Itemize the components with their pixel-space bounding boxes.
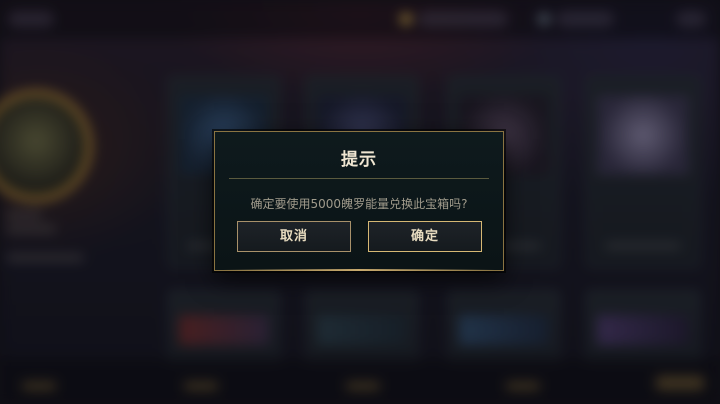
dialog-divider — [229, 178, 489, 179]
confirm-dialog: 提示 确定要使用5000魄罗能量兑换此宝箱吗? 取消 确定 — [214, 131, 504, 271]
cancel-button[interactable]: 取消 — [237, 221, 351, 252]
confirm-button[interactable]: 确定 — [368, 221, 482, 252]
dialog-message: 确定要使用5000魄罗能量兑换此宝箱吗? — [250, 197, 468, 211]
game-screen: 提示 确定要使用5000魄罗能量兑换此宝箱吗? 取消 确定 — [0, 0, 720, 404]
dialog-title: 提示 — [341, 150, 377, 170]
